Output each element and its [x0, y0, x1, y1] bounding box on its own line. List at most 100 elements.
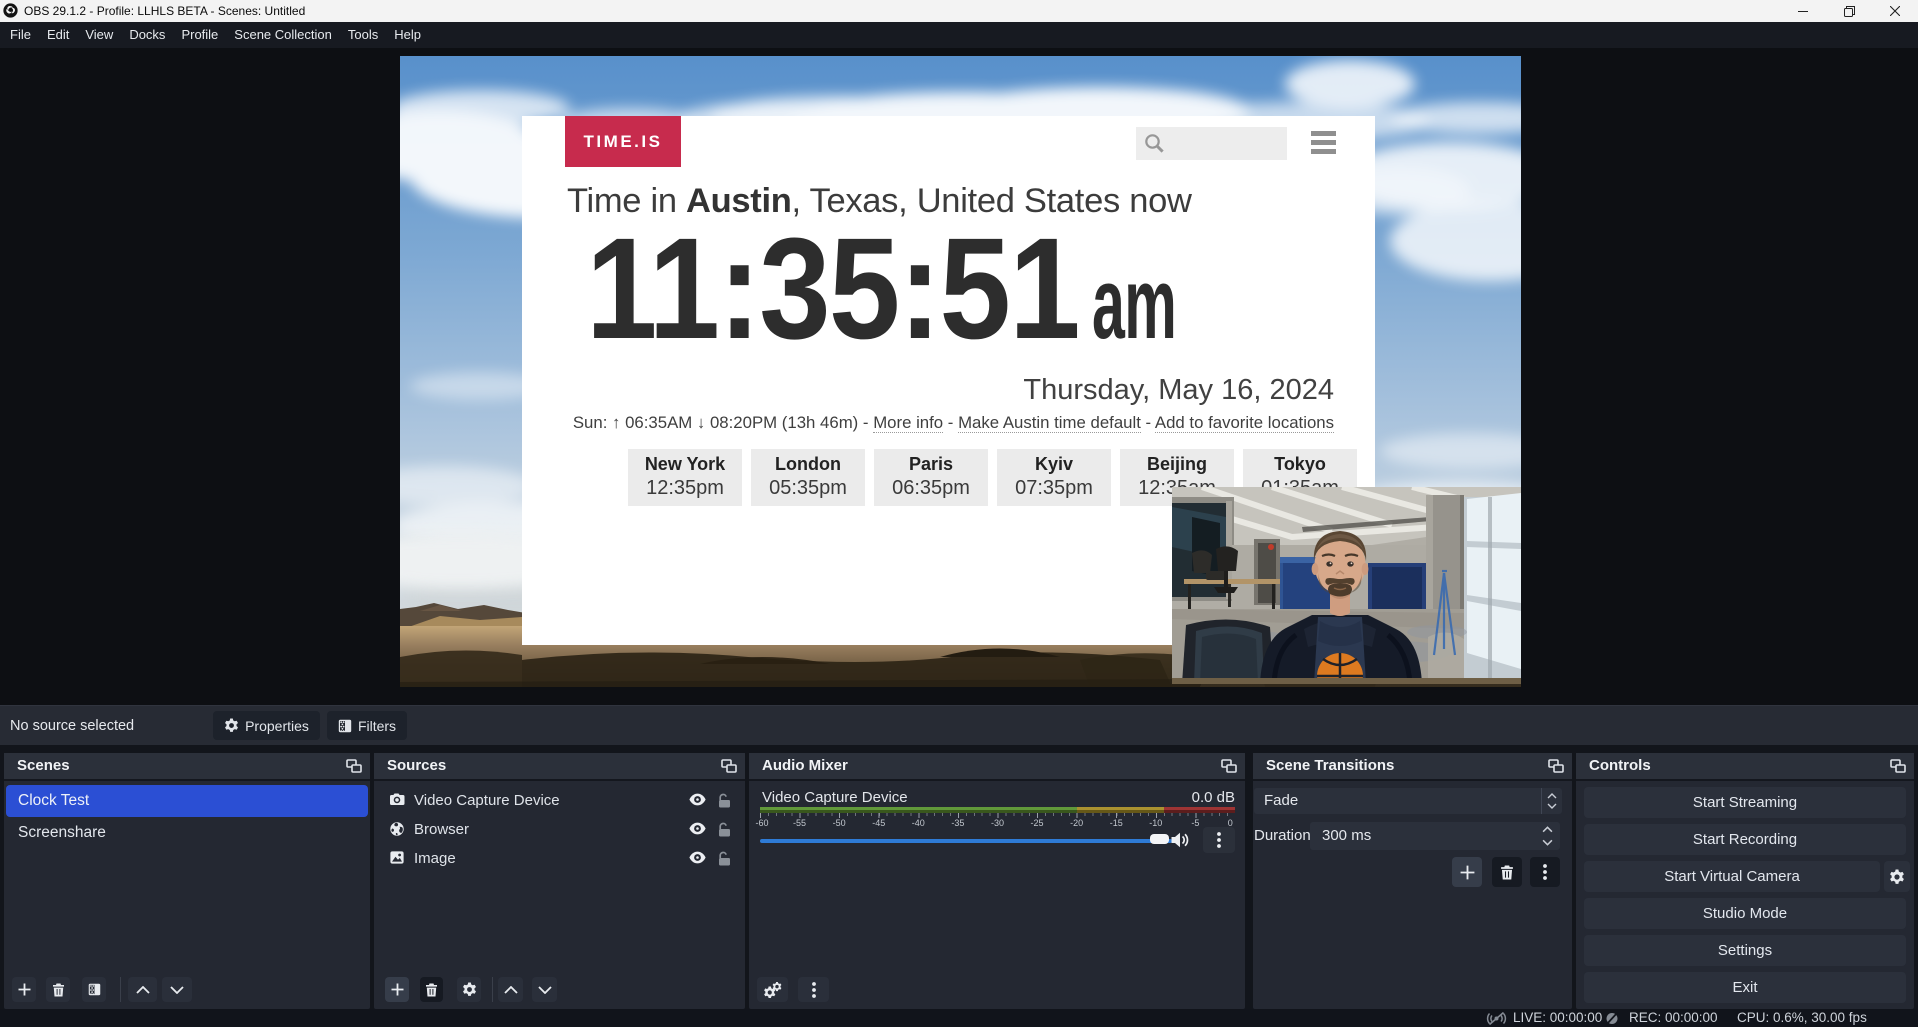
menu-docks[interactable]: Docks [121, 22, 173, 48]
controls-dock-header[interactable]: Controls [1576, 753, 1914, 781]
kebab-menu-icon [1543, 864, 1547, 880]
trash-icon [425, 983, 438, 997]
timeis-logo[interactable]: TIME.IS [565, 116, 681, 167]
mixer-channel-menu-button[interactable] [1203, 827, 1235, 853]
webcam-overlay[interactable] [1172, 487, 1521, 684]
start-streaming-label: Start Streaming [1693, 794, 1797, 811]
sun-info-line: Sun: ↑ 06:35AM ↓ 08:20PM (13h 46m) - Mor… [573, 413, 1334, 433]
filters-label: Filters [358, 718, 396, 734]
exit-button[interactable]: Exit [1584, 972, 1906, 1003]
source-move-down-button[interactable] [532, 977, 557, 1002]
duration-input[interactable]: 300 ms [1310, 822, 1560, 850]
slider-handle[interactable] [1150, 834, 1169, 844]
scene-move-down-button[interactable] [162, 977, 192, 1002]
close-button[interactable] [1872, 0, 1918, 22]
volume-slider[interactable] [760, 837, 1172, 845]
preview-area[interactable]: TIME.IS Time in Austin, Texas, United St… [0, 48, 1918, 705]
scene-item-screenshare[interactable]: Screenshare [6, 817, 368, 849]
minimize-button[interactable] [1780, 0, 1826, 22]
scene-move-up-button[interactable] [128, 977, 157, 1002]
audio-mixer-dock-header[interactable]: Audio Mixer [749, 753, 1245, 781]
sources-dock: Sources Video Capture Device Browser Ima… [374, 753, 745, 1009]
globe-icon [390, 822, 404, 836]
speaker-icon[interactable] [1171, 832, 1190, 848]
mixer-channel-name: Video Capture Device [762, 789, 908, 806]
rec-inactive-icon [1605, 1012, 1619, 1025]
unlock-icon[interactable] [718, 851, 731, 866]
start-streaming-button[interactable]: Start Streaming [1584, 787, 1906, 818]
image-icon [390, 851, 404, 864]
add-transition-button[interactable] [1452, 857, 1482, 887]
title-bar: OBS 29.1.2 - Profile: LLHLS BETA - Scene… [0, 0, 1918, 22]
maximize-button[interactable] [1826, 0, 1872, 22]
mixer-menu-button[interactable] [798, 977, 829, 1002]
source-item-browser[interactable]: Browser [374, 815, 745, 844]
popout-icon[interactable] [1221, 759, 1237, 773]
visibility-eye-icon[interactable] [689, 822, 706, 835]
add-source-button[interactable] [385, 977, 409, 1002]
menu-tools[interactable]: Tools [340, 22, 386, 48]
favorite-link[interactable]: Add to favorite locations [1155, 413, 1334, 433]
search-input[interactable] [1136, 127, 1287, 160]
visibility-eye-icon[interactable] [689, 851, 706, 864]
remove-transition-button[interactable] [1492, 857, 1522, 887]
transition-menu-button[interactable] [1530, 857, 1560, 887]
studio-mode-label: Studio Mode [1703, 905, 1787, 922]
menu-edit[interactable]: Edit [39, 22, 77, 48]
popout-icon[interactable] [1890, 759, 1906, 773]
more-info-link[interactable]: More info [873, 413, 943, 433]
unlock-icon[interactable] [718, 793, 731, 808]
source-move-up-button[interactable] [498, 977, 523, 1002]
start-recording-button[interactable]: Start Recording [1584, 824, 1906, 855]
video-canvas[interactable]: TIME.IS Time in Austin, Texas, United St… [400, 56, 1521, 687]
transition-value: Fade [1264, 788, 1298, 814]
audio-mixer-dock: Audio Mixer Video Capture Device 0.0 dB … [749, 753, 1245, 1009]
scene-filters-button[interactable] [82, 977, 106, 1002]
settings-button[interactable]: Settings [1584, 935, 1906, 966]
chevron-down-icon [538, 986, 552, 994]
source-item-image[interactable]: Image [374, 844, 745, 873]
select-spinner[interactable] [1541, 788, 1562, 814]
menu-file[interactable]: File [2, 22, 39, 48]
transition-select[interactable]: Fade [1254, 788, 1562, 814]
virtual-camera-settings-button[interactable] [1884, 861, 1910, 892]
studio-mode-button[interactable]: Studio Mode [1584, 898, 1906, 929]
unlock-icon[interactable] [718, 822, 731, 837]
remove-source-button[interactable] [420, 977, 443, 1002]
controls-dock-title: Controls [1589, 753, 1651, 779]
city-card[interactable]: Paris06:35pm [874, 449, 988, 506]
source-item-video-capture[interactable]: Video Capture Device [374, 786, 745, 815]
city-card[interactable]: London05:35pm [751, 449, 865, 506]
popout-icon[interactable] [721, 759, 737, 773]
sources-dock-header[interactable]: Sources [374, 753, 745, 781]
live-inactive-icon [1486, 1012, 1507, 1025]
advanced-audio-button[interactable] [757, 977, 788, 1002]
city-card[interactable]: Kyiv07:35pm [997, 449, 1111, 506]
status-bar: LIVE: 00:00:00 REC: 00:00:00 CPU: 0.6%, … [0, 1009, 1918, 1027]
menu-scene-collection[interactable]: Scene Collection [226, 22, 340, 48]
menu-profile[interactable]: Profile [173, 22, 226, 48]
filters-button[interactable]: Filters [327, 711, 407, 740]
city-card[interactable]: New York12:35pm [628, 449, 742, 506]
start-virtual-camera-button[interactable]: Start Virtual Camera [1584, 861, 1880, 892]
chevron-up-icon [504, 986, 518, 994]
scene-label: Clock Test [18, 792, 89, 809]
spin-up-icon[interactable] [1542, 826, 1553, 833]
scenes-dock-header[interactable]: Scenes [4, 753, 370, 781]
dock-area: Scenes Clock Test Screenshare Sources Vi… [0, 745, 1918, 1009]
properties-button[interactable]: Properties [213, 711, 320, 740]
popout-icon[interactable] [1548, 759, 1564, 773]
menu-view[interactable]: View [77, 22, 121, 48]
make-default-link[interactable]: Make Austin time default [958, 413, 1141, 433]
visibility-eye-icon[interactable] [689, 793, 706, 806]
transitions-dock-header[interactable]: Scene Transitions [1253, 753, 1572, 781]
popout-icon[interactable] [346, 759, 362, 773]
add-scene-button[interactable] [12, 977, 36, 1002]
source-properties-button[interactable] [457, 977, 481, 1002]
hamburger-icon[interactable] [1311, 131, 1336, 154]
source-label: Browser [414, 815, 469, 844]
spin-down-icon[interactable] [1542, 839, 1553, 846]
scene-item-clock-test[interactable]: Clock Test [6, 785, 368, 817]
remove-scene-button[interactable] [46, 977, 70, 1002]
menu-help[interactable]: Help [386, 22, 429, 48]
